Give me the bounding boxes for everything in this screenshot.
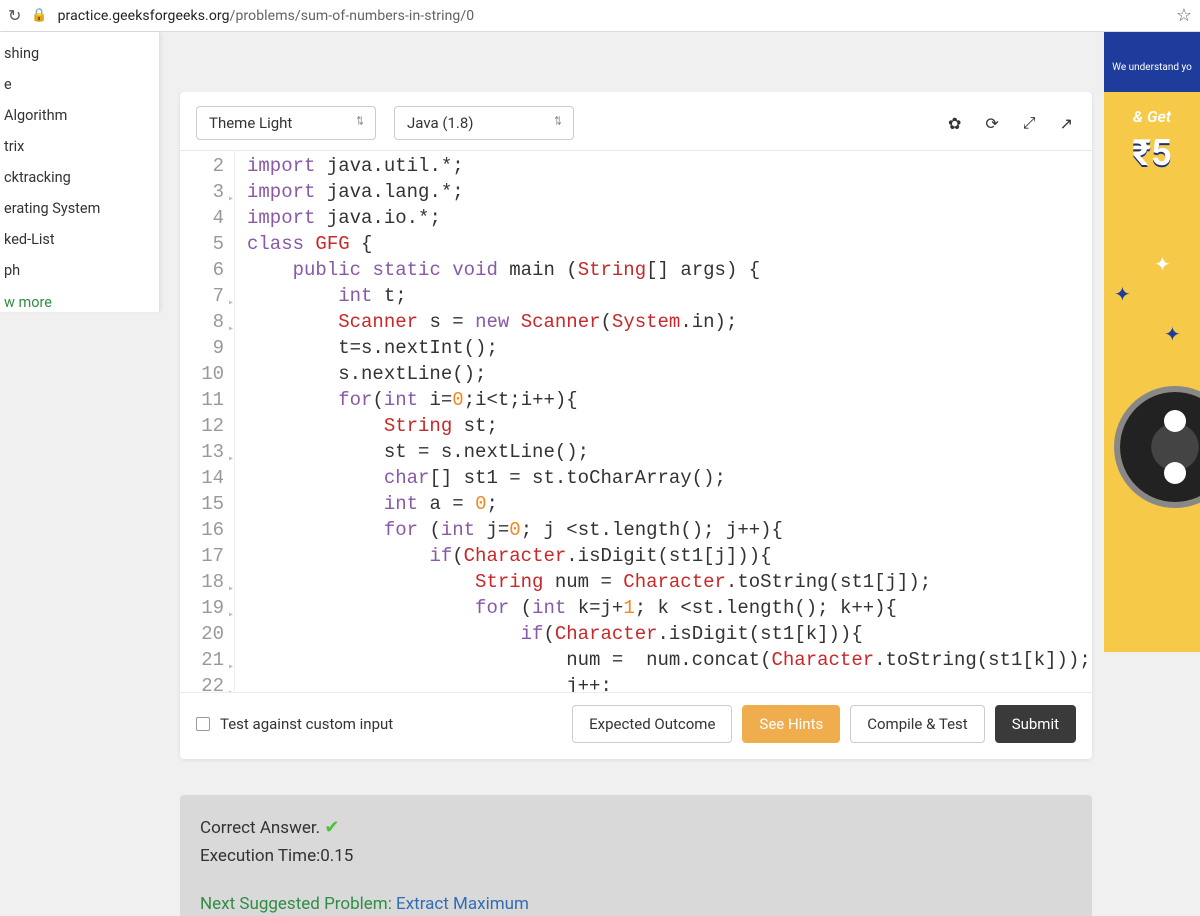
ad-banner[interactable]: We understand yo & Get ₹5 ✦ ✦ ✦ xyxy=(1104,32,1200,652)
topic-sidebar: shinge Algorithmtrixcktrackingerating Sy… xyxy=(0,32,160,312)
film-reel-icon xyxy=(1120,392,1200,502)
reload-icon[interactable]: ↻ xyxy=(8,6,21,25)
sidebar-item[interactable]: shing xyxy=(0,38,159,69)
result-correct: Correct Answer. ✔ xyxy=(200,813,1072,842)
language-select[interactable]: Java (1.8) xyxy=(394,106,574,140)
editor-toolbar: Theme Light Java (1.8) ✿ ⟳ ⤢ ↗ xyxy=(180,92,1092,150)
confetti-icon: ✦ xyxy=(1114,282,1131,306)
editor-panel: Theme Light Java (1.8) ✿ ⟳ ⤢ ↗ 234567891… xyxy=(180,92,1092,759)
ad-tagline: We understand yo xyxy=(1104,32,1200,77)
sidebar-item[interactable]: ked-List xyxy=(0,224,159,255)
result-exec-time: Execution Time:0.15 xyxy=(200,842,1072,870)
sidebar-item[interactable]: erating System xyxy=(0,193,159,224)
sidebar-item[interactable]: cktracking xyxy=(0,162,159,193)
code-editor[interactable]: 23456789101112131415161718192021222324 i… xyxy=(180,150,1092,692)
bookmark-star-icon[interactable]: ☆ xyxy=(1176,5,1192,26)
fullscreen-icon[interactable]: ⤢ xyxy=(1020,111,1039,135)
compile-test-button[interactable]: Compile & Test xyxy=(850,705,984,743)
submit-button[interactable]: Submit xyxy=(995,705,1076,743)
custom-input-label: Test against custom input xyxy=(220,715,562,733)
ad-price: ₹5 xyxy=(1104,126,1200,174)
editor-footer: Test against custom input Expected Outco… xyxy=(180,692,1092,759)
url-text[interactable]: practice.geeksforgeeks.org/problems/sum-… xyxy=(58,8,1166,24)
sidebar-item[interactable]: ph xyxy=(0,255,159,286)
next-problem-link[interactable]: Extract Maximum xyxy=(396,894,529,914)
expected-outcome-button[interactable]: Expected Outcome xyxy=(572,705,732,743)
sidebar-item[interactable]: trix xyxy=(0,131,159,162)
checkmark-icon: ✔ xyxy=(324,817,339,838)
result-panel: Correct Answer. ✔ Execution Time:0.15 Ne… xyxy=(180,795,1092,916)
address-bar: ↻ 🔒 practice.geeksforgeeks.org/problems/… xyxy=(0,0,1200,32)
confetti-icon: ✦ xyxy=(1164,322,1181,346)
theme-select[interactable]: Theme Light xyxy=(196,106,376,140)
show-more-link[interactable]: w more xyxy=(0,286,159,319)
settings-gear-icon[interactable]: ✿ xyxy=(945,112,964,135)
reset-icon[interactable]: ⟳ xyxy=(982,112,1001,135)
see-hints-button[interactable]: See Hints xyxy=(742,705,840,743)
confetti-icon: ✦ xyxy=(1154,252,1171,276)
custom-input-checkbox[interactable] xyxy=(196,717,210,731)
lock-icon: 🔒 xyxy=(31,8,47,23)
sidebar-item[interactable]: Algorithm xyxy=(0,100,159,131)
sidebar-item[interactable]: e xyxy=(0,69,159,100)
next-problem: Next Suggested Problem: Extract Maximum xyxy=(200,894,1072,914)
ad-get: & Get xyxy=(1104,77,1200,126)
expand-icon[interactable]: ↗ xyxy=(1057,112,1076,135)
